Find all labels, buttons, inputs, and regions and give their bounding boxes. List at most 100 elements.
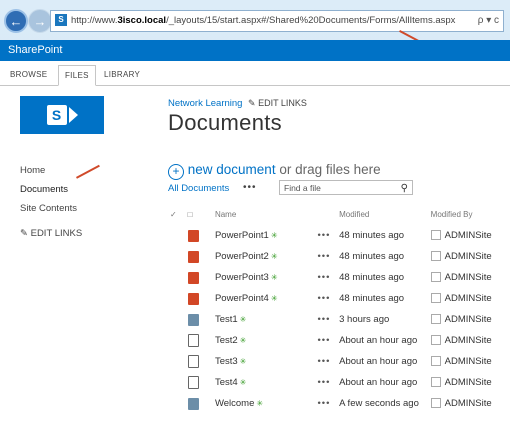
modified-by-cell[interactable]: ADMINSite xyxy=(430,372,510,393)
row-dots-cell[interactable]: ••• xyxy=(317,372,339,393)
modified-by-cell[interactable]: ADMINSite xyxy=(430,393,510,414)
row-dots-cell[interactable]: ••• xyxy=(317,288,339,309)
file-name-cell[interactable]: Test3 ✳ xyxy=(215,351,317,372)
tab-library[interactable]: LIBRARY xyxy=(98,65,146,84)
file-name-link[interactable]: PowerPoint4 xyxy=(215,293,269,304)
file-name-cell[interactable]: Test4 ✳ xyxy=(215,372,317,393)
modified-by-name[interactable]: ADMINSite xyxy=(445,293,492,304)
modified-by-name[interactable]: ADMINSite xyxy=(445,230,492,241)
new-document-link[interactable]: new document xyxy=(188,162,276,177)
table-row[interactable]: Test1 ✳ ••• 3 hours ago ADMINSite xyxy=(170,309,510,330)
row-select-cell[interactable] xyxy=(170,309,188,330)
modified-by-cell[interactable]: ADMINSite xyxy=(430,330,510,351)
nav-item-documents[interactable]: Documents xyxy=(20,180,82,199)
select-all-check-icon[interactable]: ✓ xyxy=(170,204,188,225)
modified-by-name[interactable]: ADMINSite xyxy=(445,398,492,409)
url-input[interactable]: Shttp://www.3isco.local/_layouts/15/star… xyxy=(50,10,504,32)
table-row[interactable]: Test3 ✳ ••• About an hour ago ADMINSite xyxy=(170,351,510,372)
file-name-link[interactable]: Test4 xyxy=(215,377,238,388)
back-button[interactable]: ← xyxy=(4,9,28,33)
nav-item-home[interactable]: Home xyxy=(20,161,82,180)
view-more-icon[interactable]: ••• xyxy=(243,182,257,193)
row-select-cell[interactable] xyxy=(170,225,188,246)
file-name-link[interactable]: Test1 xyxy=(215,314,238,325)
row-dots-cell[interactable]: ••• xyxy=(317,225,339,246)
row-select-cell[interactable] xyxy=(170,330,188,351)
forward-button[interactable]: → xyxy=(28,9,52,33)
modified-by-column-header[interactable]: Modified By xyxy=(431,204,510,225)
modified-by-name[interactable]: ADMINSite xyxy=(445,335,492,346)
file-name-cell[interactable]: PowerPoint4 ✳ xyxy=(215,288,317,309)
row-select-cell[interactable] xyxy=(170,393,188,414)
more-options-icon[interactable]: ••• xyxy=(317,356,330,367)
sharepoint-logo[interactable]: S xyxy=(20,96,104,134)
more-options-icon[interactable]: ••• xyxy=(317,272,330,283)
type-column-header[interactable]: □ xyxy=(188,204,215,225)
file-name-cell[interactable]: Test1 ✳ xyxy=(215,309,317,330)
modified-by-cell[interactable]: ADMINSite xyxy=(430,351,510,372)
file-name-cell[interactable]: Test2 ✳ xyxy=(215,330,317,351)
more-options-icon[interactable]: ••• xyxy=(317,230,330,241)
modified-by-cell[interactable]: ADMINSite xyxy=(430,246,510,267)
file-name-cell[interactable]: PowerPoint1 ✳ xyxy=(215,225,317,246)
find-file-input[interactable]: Find a file ⚲ xyxy=(279,180,413,195)
name-column-header[interactable]: Name xyxy=(215,204,317,225)
modified-by-cell[interactable]: ADMINSite xyxy=(430,309,510,330)
more-options-icon[interactable]: ••• xyxy=(317,251,330,262)
row-dots-cell[interactable]: ••• xyxy=(317,309,339,330)
file-name-link[interactable]: PowerPoint1 xyxy=(215,230,269,241)
tab-files[interactable]: FILES xyxy=(58,65,96,86)
row-select-cell[interactable] xyxy=(170,351,188,372)
search-icon[interactable]: ⚲ xyxy=(401,181,408,196)
table-row[interactable]: PowerPoint2 ✳ ••• 48 minutes ago ADMINSite xyxy=(170,246,510,267)
modified-by-name[interactable]: ADMINSite xyxy=(445,272,492,283)
nav-edit-links[interactable]: ✎ EDIT LINKS xyxy=(20,224,82,243)
tab-browse[interactable]: BROWSE xyxy=(4,65,53,84)
modified-by-name[interactable]: ADMINSite xyxy=(445,251,492,262)
modified-by-cell[interactable]: ADMINSite xyxy=(430,267,510,288)
plus-circle-icon[interactable]: + xyxy=(168,164,184,180)
more-options-icon[interactable]: ••• xyxy=(317,293,330,304)
file-name-link[interactable]: Welcome xyxy=(215,398,254,409)
more-options-icon[interactable]: ••• xyxy=(317,398,330,409)
row-dots-cell[interactable]: ••• xyxy=(317,267,339,288)
site-title[interactable]: Network Learning xyxy=(168,98,242,109)
row-select-cell[interactable] xyxy=(170,372,188,393)
table-row[interactable]: Welcome ✳ ••• A few seconds ago ADMINSite xyxy=(170,393,510,414)
view-selector[interactable]: All Documents xyxy=(168,183,229,194)
modified-by-name[interactable]: ADMINSite xyxy=(445,377,492,388)
table-row[interactable]: PowerPoint4 ✳ ••• 48 minutes ago ADMINSite xyxy=(170,288,510,309)
table-row[interactable]: Test4 ✳ ••• About an hour ago ADMINSite xyxy=(170,372,510,393)
file-name-link[interactable]: PowerPoint2 xyxy=(215,251,269,262)
file-name-cell[interactable]: PowerPoint3 ✳ xyxy=(215,267,317,288)
file-type-cell xyxy=(187,330,215,351)
nav-item-site-contents[interactable]: Site Contents xyxy=(20,199,82,218)
row-dots-cell[interactable]: ••• xyxy=(317,351,339,372)
powerpoint-file-icon xyxy=(187,250,199,263)
file-name-link[interactable]: Test2 xyxy=(215,335,238,346)
table-row[interactable]: PowerPoint1 ✳ ••• 48 minutes ago ADMINSite xyxy=(170,225,510,246)
modified-by-cell[interactable]: ADMINSite xyxy=(430,288,510,309)
modified-by-cell[interactable]: ADMINSite xyxy=(430,225,510,246)
row-select-cell[interactable] xyxy=(170,288,188,309)
modified-by-name[interactable]: ADMINSite xyxy=(445,314,492,325)
more-options-icon[interactable]: ••• xyxy=(317,335,330,346)
more-options-icon[interactable]: ••• xyxy=(317,377,330,388)
suite-title[interactable]: SharePoint xyxy=(8,44,62,56)
row-dots-cell[interactable]: ••• xyxy=(317,330,339,351)
file-name-cell[interactable]: Welcome ✳ xyxy=(215,393,317,414)
more-options-icon[interactable]: ••• xyxy=(317,314,330,325)
edit-links-top[interactable]: ✎ EDIT LINKS xyxy=(248,98,307,109)
file-name-link[interactable]: PowerPoint3 xyxy=(215,272,269,283)
search-refresh-icons[interactable]: ρ ▾ c xyxy=(478,11,499,31)
row-select-cell[interactable] xyxy=(170,246,188,267)
row-dots-cell[interactable]: ••• xyxy=(317,393,339,414)
table-row[interactable]: Test2 ✳ ••• About an hour ago ADMINSite xyxy=(170,330,510,351)
file-name-link[interactable]: Test3 xyxy=(215,356,238,367)
row-dots-cell[interactable]: ••• xyxy=(317,246,339,267)
modified-column-header[interactable]: Modified xyxy=(339,204,431,225)
file-name-cell[interactable]: PowerPoint2 ✳ xyxy=(215,246,317,267)
modified-by-name[interactable]: ADMINSite xyxy=(445,356,492,367)
row-select-cell[interactable] xyxy=(170,267,188,288)
table-row[interactable]: PowerPoint3 ✳ ••• 48 minutes ago ADMINSite xyxy=(170,267,510,288)
